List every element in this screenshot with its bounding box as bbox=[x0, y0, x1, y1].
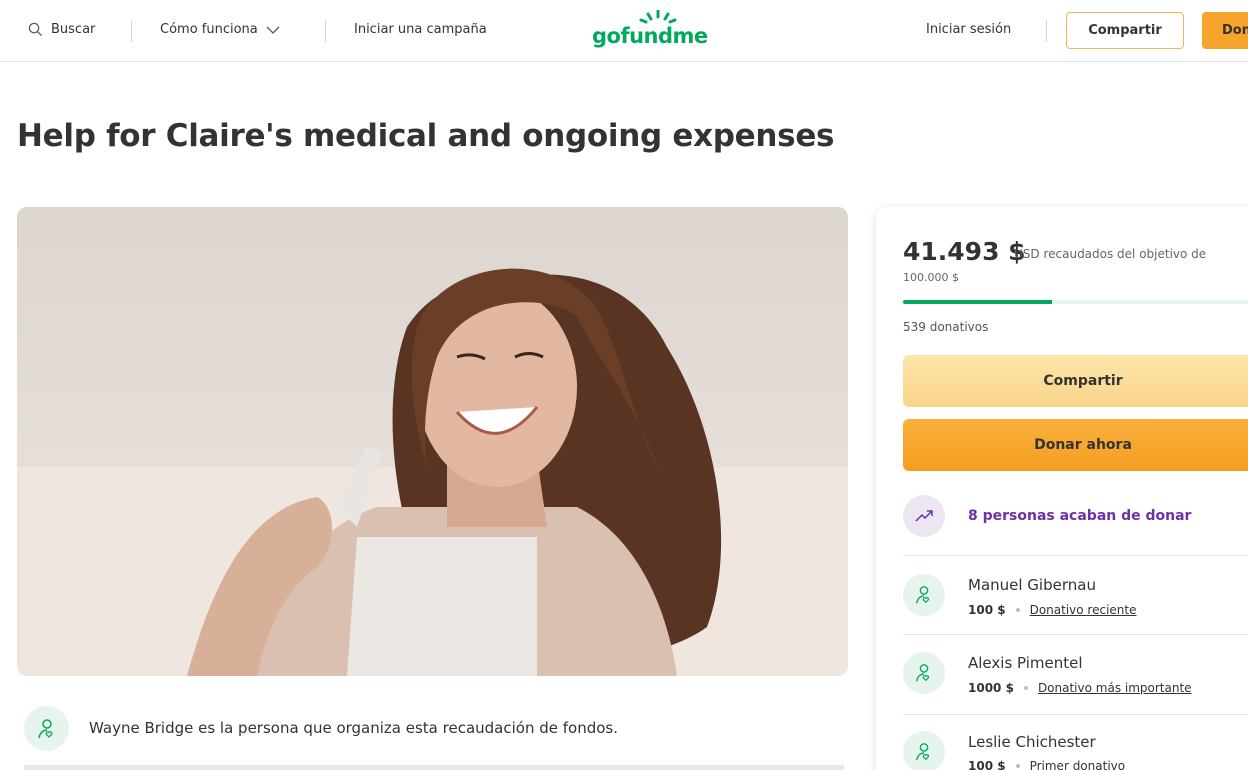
meta-separator bbox=[1015, 608, 1020, 612]
donations-count: 539 donativos bbox=[903, 320, 989, 334]
start-campaign-link[interactable]: Iniciar una campaña bbox=[354, 22, 487, 37]
header-share-button[interactable]: Compartir bbox=[1066, 12, 1184, 49]
login-label: Iniciar sesión bbox=[926, 22, 1012, 37]
organizer-avatar bbox=[24, 706, 69, 751]
trend-badge bbox=[903, 495, 945, 537]
campaign-title: Help for Claire's medical and ongoing ex… bbox=[17, 118, 835, 154]
donor-tag-link[interactable]: Donativo reciente bbox=[1030, 603, 1137, 617]
search-button[interactable]: Buscar bbox=[28, 22, 95, 37]
recent-donors-text[interactable]: 8 personas acaban de donar bbox=[968, 508, 1191, 524]
donate-now-button[interactable]: Donar ahora bbox=[903, 419, 1248, 471]
how-it-works-menu[interactable]: Cómo funciona bbox=[160, 22, 280, 37]
section-divider bbox=[24, 765, 844, 770]
header-donate-button[interactable]: Dona bbox=[1202, 12, 1248, 49]
card-divider bbox=[903, 714, 1248, 715]
donor-name: Leslie Chichester bbox=[968, 733, 1096, 751]
organizer-text: Wayne Bridge es la persona que organiza … bbox=[89, 719, 618, 737]
donor-meta: 100 $ Primer donativo bbox=[968, 759, 1125, 770]
gofundme-logo[interactable]: gofundme bbox=[592, 10, 714, 50]
nav-divider bbox=[325, 20, 326, 42]
donor-tag-link[interactable]: Primer donativo bbox=[1030, 759, 1126, 770]
donor-meta: 1000 $ Donativo más importante bbox=[968, 681, 1192, 695]
donor-amount: 100 $ bbox=[968, 603, 1006, 617]
nav-divider bbox=[131, 20, 132, 42]
progress-bar bbox=[903, 300, 1248, 304]
person-heart-icon bbox=[915, 743, 930, 761]
share-button[interactable]: Compartir bbox=[903, 355, 1248, 407]
start-campaign-label: Iniciar una campaña bbox=[354, 22, 487, 37]
person-heart-icon bbox=[915, 586, 930, 604]
donor-avatar bbox=[903, 652, 945, 694]
donor-meta: 100 $ Donativo reciente bbox=[968, 603, 1136, 617]
card-divider bbox=[903, 555, 1248, 556]
meta-separator bbox=[1015, 764, 1020, 768]
donor-avatar bbox=[903, 731, 945, 770]
donor-amount: 1000 $ bbox=[968, 681, 1014, 695]
card-divider bbox=[903, 634, 1248, 635]
person-heart-icon bbox=[37, 718, 52, 738]
donor-tag-link[interactable]: Donativo más importante bbox=[1038, 681, 1192, 695]
how-it-works-label: Cómo funciona bbox=[160, 22, 258, 37]
campaign-photo bbox=[17, 207, 848, 676]
donor-amount: 100 $ bbox=[968, 759, 1006, 770]
trending-up-icon bbox=[915, 510, 933, 522]
top-navigation: Buscar Cómo funciona Iniciar una campaña… bbox=[0, 0, 1248, 62]
raised-amount: 41.493 $ bbox=[903, 237, 1026, 266]
raised-suffix: USD recaudados del objetivo de bbox=[1014, 247, 1207, 261]
chevron-down-icon bbox=[266, 26, 280, 34]
donation-card: 41.493 $ USD recaudados del objetivo de … bbox=[876, 207, 1248, 770]
donor-name: Manuel Gibernau bbox=[968, 576, 1096, 594]
person-heart-icon bbox=[915, 664, 930, 682]
campaign-photo-illustration bbox=[17, 268, 848, 676]
search-label: Buscar bbox=[51, 22, 96, 37]
donor-avatar bbox=[903, 574, 945, 616]
search-icon bbox=[28, 22, 43, 37]
login-link[interactable]: Iniciar sesión bbox=[926, 22, 1011, 37]
meta-separator bbox=[1023, 686, 1028, 690]
nav-divider bbox=[1046, 20, 1047, 42]
goal-amount: 100.000 $ bbox=[903, 271, 959, 284]
logo-text: gofundme bbox=[592, 24, 708, 48]
progress-fill bbox=[903, 300, 1053, 304]
donor-name: Alexis Pimentel bbox=[968, 654, 1083, 672]
